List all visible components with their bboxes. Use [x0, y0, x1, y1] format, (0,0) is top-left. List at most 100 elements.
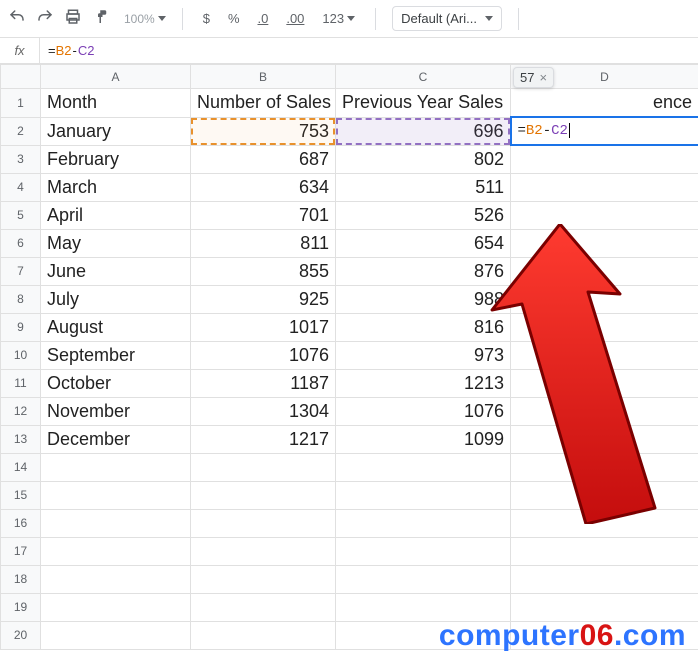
- row-header[interactable]: 4: [1, 173, 41, 201]
- cell[interactable]: February: [41, 145, 191, 173]
- cell[interactable]: 696: [336, 117, 511, 145]
- cell[interactable]: Previous Year Sales: [336, 89, 511, 118]
- cell[interactable]: [511, 201, 698, 229]
- decrease-decimal-button[interactable]: .0: [254, 8, 273, 29]
- print-icon[interactable]: [64, 8, 82, 29]
- row-header[interactable]: 12: [1, 397, 41, 425]
- cell[interactable]: [511, 509, 698, 537]
- cell[interactable]: [511, 285, 698, 313]
- row-header[interactable]: 2: [1, 117, 41, 145]
- cell[interactable]: [41, 509, 191, 537]
- cell[interactable]: 511: [336, 173, 511, 201]
- zoom-selector[interactable]: 100%: [124, 12, 166, 26]
- cell[interactable]: 654: [336, 229, 511, 257]
- cell[interactable]: July: [41, 285, 191, 313]
- row-header[interactable]: 19: [1, 593, 41, 621]
- cell[interactable]: 1099: [336, 425, 511, 453]
- cell[interactable]: [511, 397, 698, 425]
- cell[interactable]: [336, 509, 511, 537]
- cell[interactable]: 1076: [191, 341, 336, 369]
- cell[interactable]: [511, 425, 698, 453]
- cell[interactable]: 634: [191, 173, 336, 201]
- cell[interactable]: [41, 621, 191, 649]
- cell[interactable]: March: [41, 173, 191, 201]
- cell[interactable]: [336, 537, 511, 565]
- cell[interactable]: [511, 481, 698, 509]
- row-header[interactable]: 9: [1, 313, 41, 341]
- cell[interactable]: [511, 537, 698, 565]
- cell[interactable]: [191, 537, 336, 565]
- row-header[interactable]: 6: [1, 229, 41, 257]
- paint-format-icon[interactable]: [92, 8, 110, 29]
- cells-table[interactable]: A B C D 1MonthNumber of SalesPrevious Ye…: [0, 64, 698, 650]
- cell[interactable]: [41, 481, 191, 509]
- cell[interactable]: [191, 509, 336, 537]
- row-header[interactable]: 17: [1, 537, 41, 565]
- cell[interactable]: [511, 453, 698, 481]
- cell[interactable]: 687: [191, 145, 336, 173]
- percent-button[interactable]: %: [224, 8, 244, 29]
- cell[interactable]: [511, 593, 698, 621]
- cell[interactable]: May: [41, 229, 191, 257]
- increase-decimal-button[interactable]: .00: [282, 8, 308, 29]
- row-header[interactable]: 14: [1, 453, 41, 481]
- cell[interactable]: [511, 369, 698, 397]
- more-formats-button[interactable]: 123: [318, 8, 359, 29]
- cell[interactable]: [191, 565, 336, 593]
- formula-input[interactable]: =B2-C2: [40, 38, 698, 63]
- cell[interactable]: 876: [336, 257, 511, 285]
- cell[interactable]: [191, 593, 336, 621]
- cell[interactable]: January: [41, 117, 191, 145]
- cell[interactable]: 855: [191, 257, 336, 285]
- cell[interactable]: 1213: [336, 369, 511, 397]
- row-header[interactable]: 7: [1, 257, 41, 285]
- cell[interactable]: [191, 453, 336, 481]
- row-header[interactable]: 13: [1, 425, 41, 453]
- cell[interactable]: September: [41, 341, 191, 369]
- cell[interactable]: [511, 229, 698, 257]
- column-header-c[interactable]: C: [336, 65, 511, 89]
- row-header[interactable]: 1: [1, 89, 41, 118]
- column-header-b[interactable]: B: [191, 65, 336, 89]
- cell[interactable]: 811: [191, 229, 336, 257]
- active-cell-d2[interactable]: =B2-C2: [511, 117, 698, 145]
- cell[interactable]: [191, 481, 336, 509]
- cell[interactable]: [336, 481, 511, 509]
- cell[interactable]: [41, 593, 191, 621]
- font-selector[interactable]: Default (Ari...: [392, 6, 502, 31]
- cell[interactable]: [511, 257, 698, 285]
- cell[interactable]: November: [41, 397, 191, 425]
- cell[interactable]: [41, 453, 191, 481]
- cell[interactable]: 1187: [191, 369, 336, 397]
- row-header[interactable]: 8: [1, 285, 41, 313]
- row-header[interactable]: 10: [1, 341, 41, 369]
- cell[interactable]: 701: [191, 201, 336, 229]
- row-header[interactable]: 3: [1, 145, 41, 173]
- cell[interactable]: 526: [336, 201, 511, 229]
- tooltip-close-icon[interactable]: ×: [539, 70, 547, 85]
- select-all-corner[interactable]: [1, 65, 41, 89]
- cell[interactable]: [511, 565, 698, 593]
- cell[interactable]: 1304: [191, 397, 336, 425]
- cell[interactable]: [41, 537, 191, 565]
- cell[interactable]: 1217: [191, 425, 336, 453]
- cell[interactable]: October: [41, 369, 191, 397]
- cell[interactable]: [336, 453, 511, 481]
- redo-icon[interactable]: [36, 8, 54, 29]
- cell[interactable]: [511, 173, 698, 201]
- cell[interactable]: 1017: [191, 313, 336, 341]
- cell[interactable]: December: [41, 425, 191, 453]
- cell[interactable]: ence: [511, 89, 698, 118]
- cell[interactable]: 802: [336, 145, 511, 173]
- cell[interactable]: [336, 565, 511, 593]
- cell[interactable]: 925: [191, 285, 336, 313]
- cell[interactable]: 988: [336, 285, 511, 313]
- row-header[interactable]: 11: [1, 369, 41, 397]
- cell[interactable]: June: [41, 257, 191, 285]
- row-header[interactable]: 5: [1, 201, 41, 229]
- cell[interactable]: [511, 313, 698, 341]
- row-header[interactable]: 16: [1, 509, 41, 537]
- cell[interactable]: August: [41, 313, 191, 341]
- cell[interactable]: 753: [191, 117, 336, 145]
- row-header[interactable]: 20: [1, 621, 41, 649]
